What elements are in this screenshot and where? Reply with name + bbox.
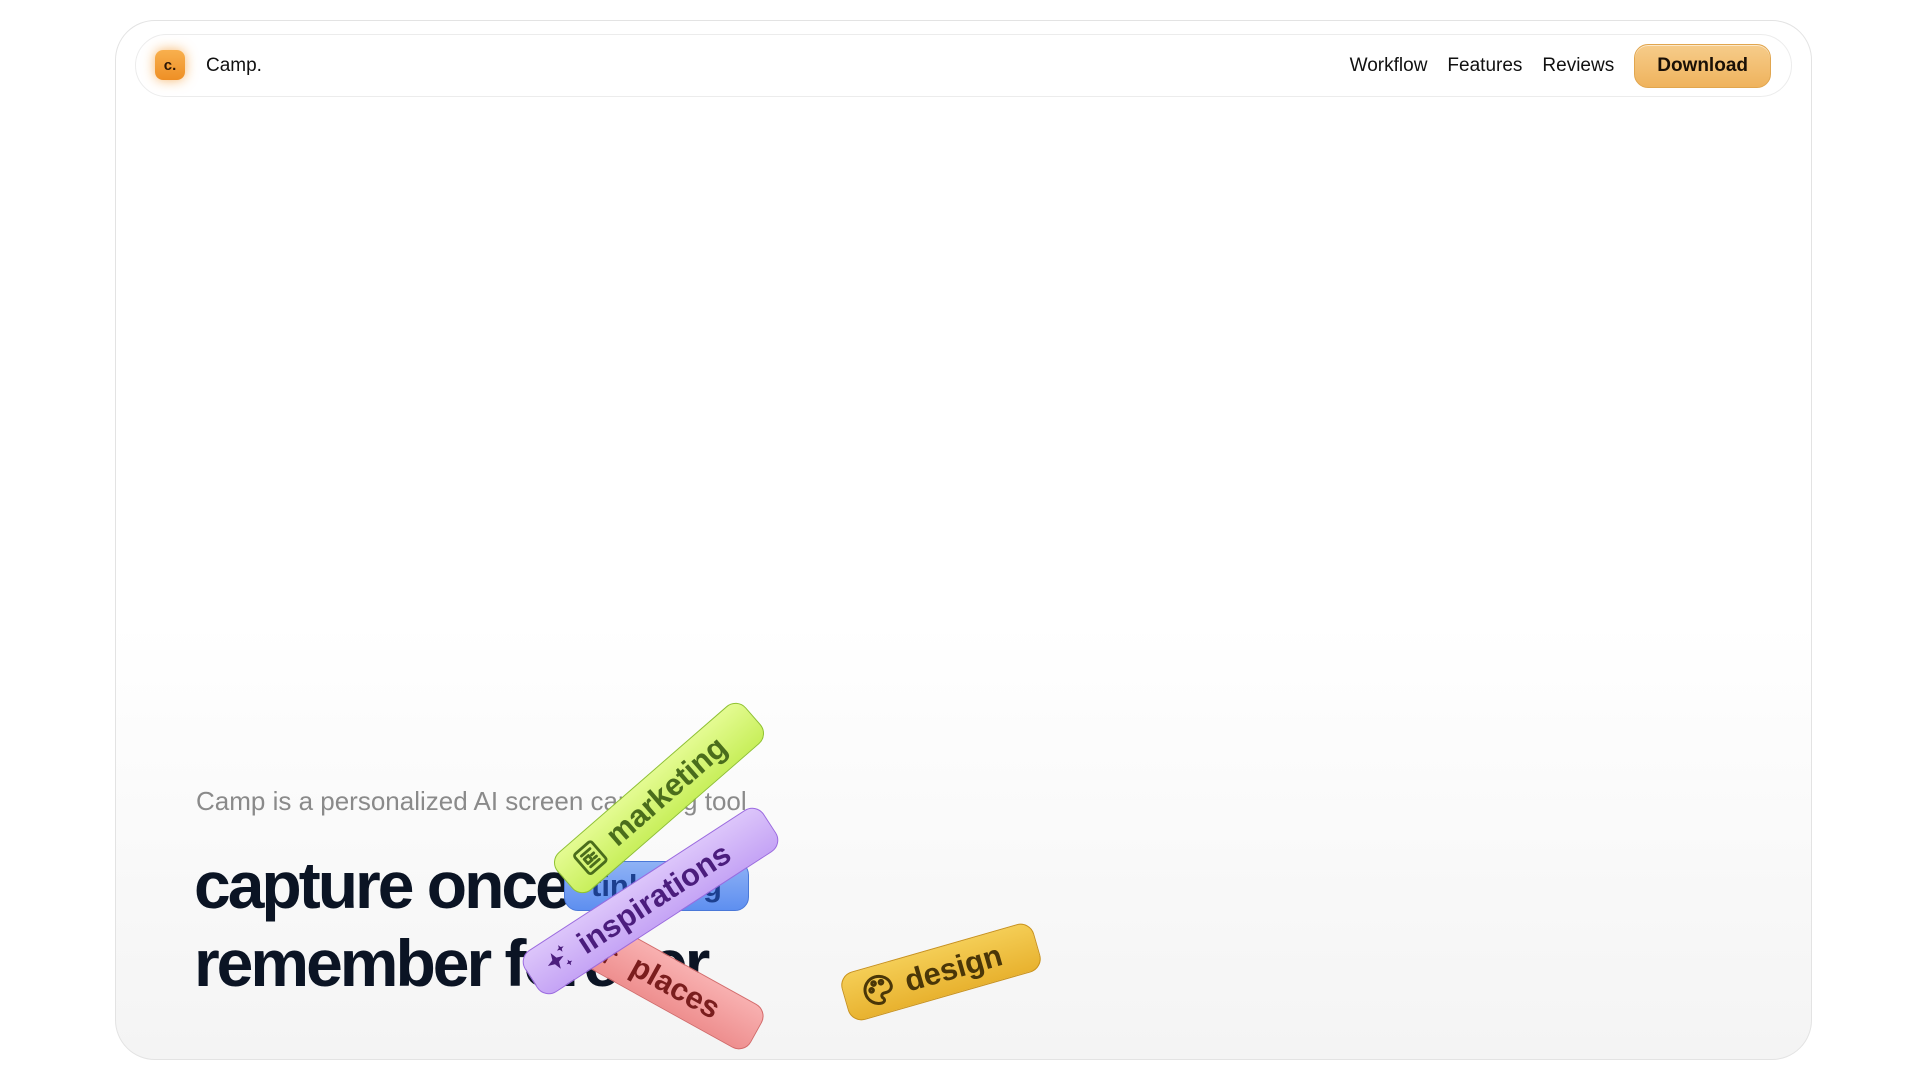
tag-label: design <box>900 937 1007 999</box>
navbar: c. Camp. Workflow Features Reviews Downl… <box>135 34 1792 97</box>
nav-link-features[interactable]: Features <box>1447 55 1522 77</box>
sparkles-icon <box>547 945 573 969</box>
page-frame: c. Camp. Workflow Features Reviews Downl… <box>115 20 1812 1060</box>
nav-link-reviews[interactable]: Reviews <box>1542 55 1614 77</box>
tag-label: places <box>624 948 727 1026</box>
download-button[interactable]: Download <box>1634 44 1771 88</box>
logo-mark: c. <box>163 56 177 74</box>
nav-links: Workflow Features Reviews Download <box>1350 44 1771 88</box>
newspaper-icon <box>573 840 608 876</box>
brand-name[interactable]: Camp. <box>206 55 262 77</box>
tag-chip-design[interactable]: design <box>837 920 1045 1024</box>
nav-link-workflow[interactable]: Workflow <box>1350 55 1428 77</box>
logo-icon[interactable]: c. <box>155 50 185 80</box>
palette-icon <box>863 974 893 1005</box>
